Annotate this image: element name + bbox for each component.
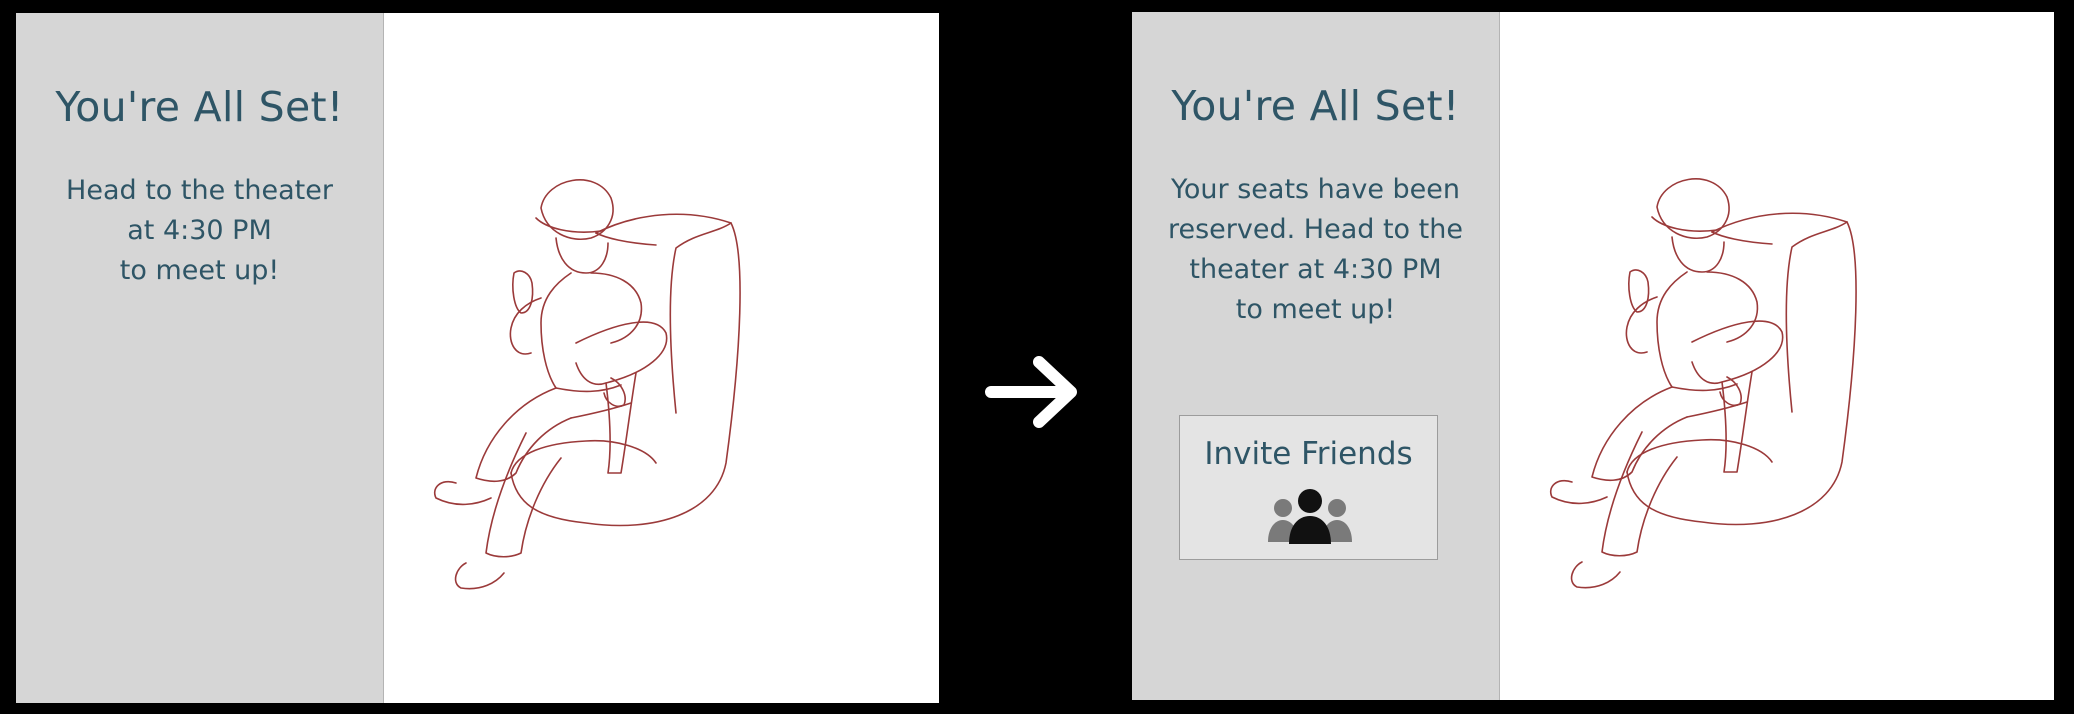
message-line: to meet up! — [119, 255, 280, 286]
message-line: at 4:30 PM — [127, 215, 272, 246]
confirmation-panel: You're All Set! Your seats have been res… — [1132, 12, 1500, 700]
invite-friends-button[interactable]: Invite Friends — [1179, 415, 1438, 560]
person-in-chair-illustration — [1550, 178, 1857, 589]
screen-after: You're All Set! Your seats have been res… — [1132, 12, 2054, 700]
message-line: Head to the theater — [66, 175, 333, 206]
confirmation-panel: You're All Set! Head to the theater at 4… — [16, 13, 384, 703]
invite-friends-label: Invite Friends — [1204, 436, 1413, 472]
confirmation-message: Your seats have been reserved. Head to t… — [1166, 170, 1466, 330]
person-in-chair-illustration — [434, 179, 741, 590]
message-line: to meet up! — [1235, 294, 1396, 325]
screen-before: You're All Set! Head to the theater at 4… — [16, 13, 939, 703]
right-arrow-icon — [985, 356, 1077, 428]
message-line: Your seats have been — [1171, 174, 1460, 205]
page-title: You're All Set! — [1171, 82, 1460, 130]
page-title: You're All Set! — [55, 83, 344, 131]
group-people-icon — [1268, 489, 1352, 544]
confirmation-message: Head to the theater at 4:30 PM to meet u… — [50, 171, 350, 291]
message-line: theater at 4:30 PM — [1189, 254, 1442, 285]
message-line: reserved. Head to the — [1168, 214, 1463, 245]
